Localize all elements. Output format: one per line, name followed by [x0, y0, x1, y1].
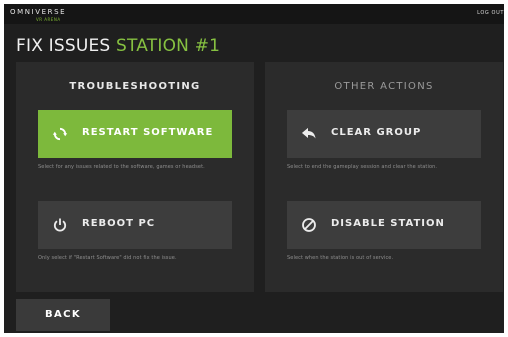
clear-group-button[interactable]: CLEAR GROUP: [287, 110, 481, 158]
disabled-circle-icon: [302, 218, 316, 232]
page-title: FIX ISSUES STATION #1: [16, 36, 220, 56]
other-actions-panel: OTHER ACTIONS CLEAR GROUP Select to end …: [265, 62, 503, 292]
clear-group-label: CLEAR GROUP: [331, 127, 422, 138]
troubleshooting-heading: TROUBLESHOOTING: [69, 81, 201, 92]
restart-software-button[interactable]: RESTART SOFTWARE: [38, 110, 232, 158]
app-screen: OMNIVERSE VR ARENA LOG OUT FIX ISSUES ST…: [4, 4, 504, 333]
page-title-text: FIX ISSUES: [16, 36, 111, 56]
other-actions-heading: OTHER ACTIONS: [334, 81, 434, 92]
back-button[interactable]: BACK: [16, 299, 110, 331]
brand-name: OMNIVERSE: [10, 8, 67, 16]
back-label: BACK: [44, 309, 82, 320]
refresh-icon: [52, 127, 68, 141]
reply-arrow-icon: [302, 128, 316, 139]
station-name: STATION #1: [116, 36, 221, 56]
disable-station-label: DISABLE STATION: [331, 218, 445, 229]
reboot-pc-label: REBOOT PC: [82, 218, 156, 229]
top-bar: OMNIVERSE VR ARENA LOG OUT: [4, 4, 504, 24]
reboot-pc-description: Only select if "Restart Software" did no…: [38, 255, 177, 261]
brand-subtitle: VR ARENA: [36, 17, 61, 22]
logout-link[interactable]: LOG OUT: [477, 10, 504, 16]
power-icon: [53, 218, 67, 232]
clear-group-description: Select to end the gameplay session and c…: [287, 164, 438, 170]
restart-software-label: RESTART SOFTWARE: [82, 127, 214, 138]
disable-station-button[interactable]: DISABLE STATION: [287, 201, 481, 249]
disable-station-description: Select when the station is out of servic…: [287, 255, 394, 261]
reboot-pc-button[interactable]: REBOOT PC: [38, 201, 232, 249]
troubleshooting-panel: TROUBLESHOOTING RESTART SOFTWARE Select …: [16, 62, 254, 292]
restart-software-description: Select for any issues related to the sof…: [38, 164, 205, 170]
